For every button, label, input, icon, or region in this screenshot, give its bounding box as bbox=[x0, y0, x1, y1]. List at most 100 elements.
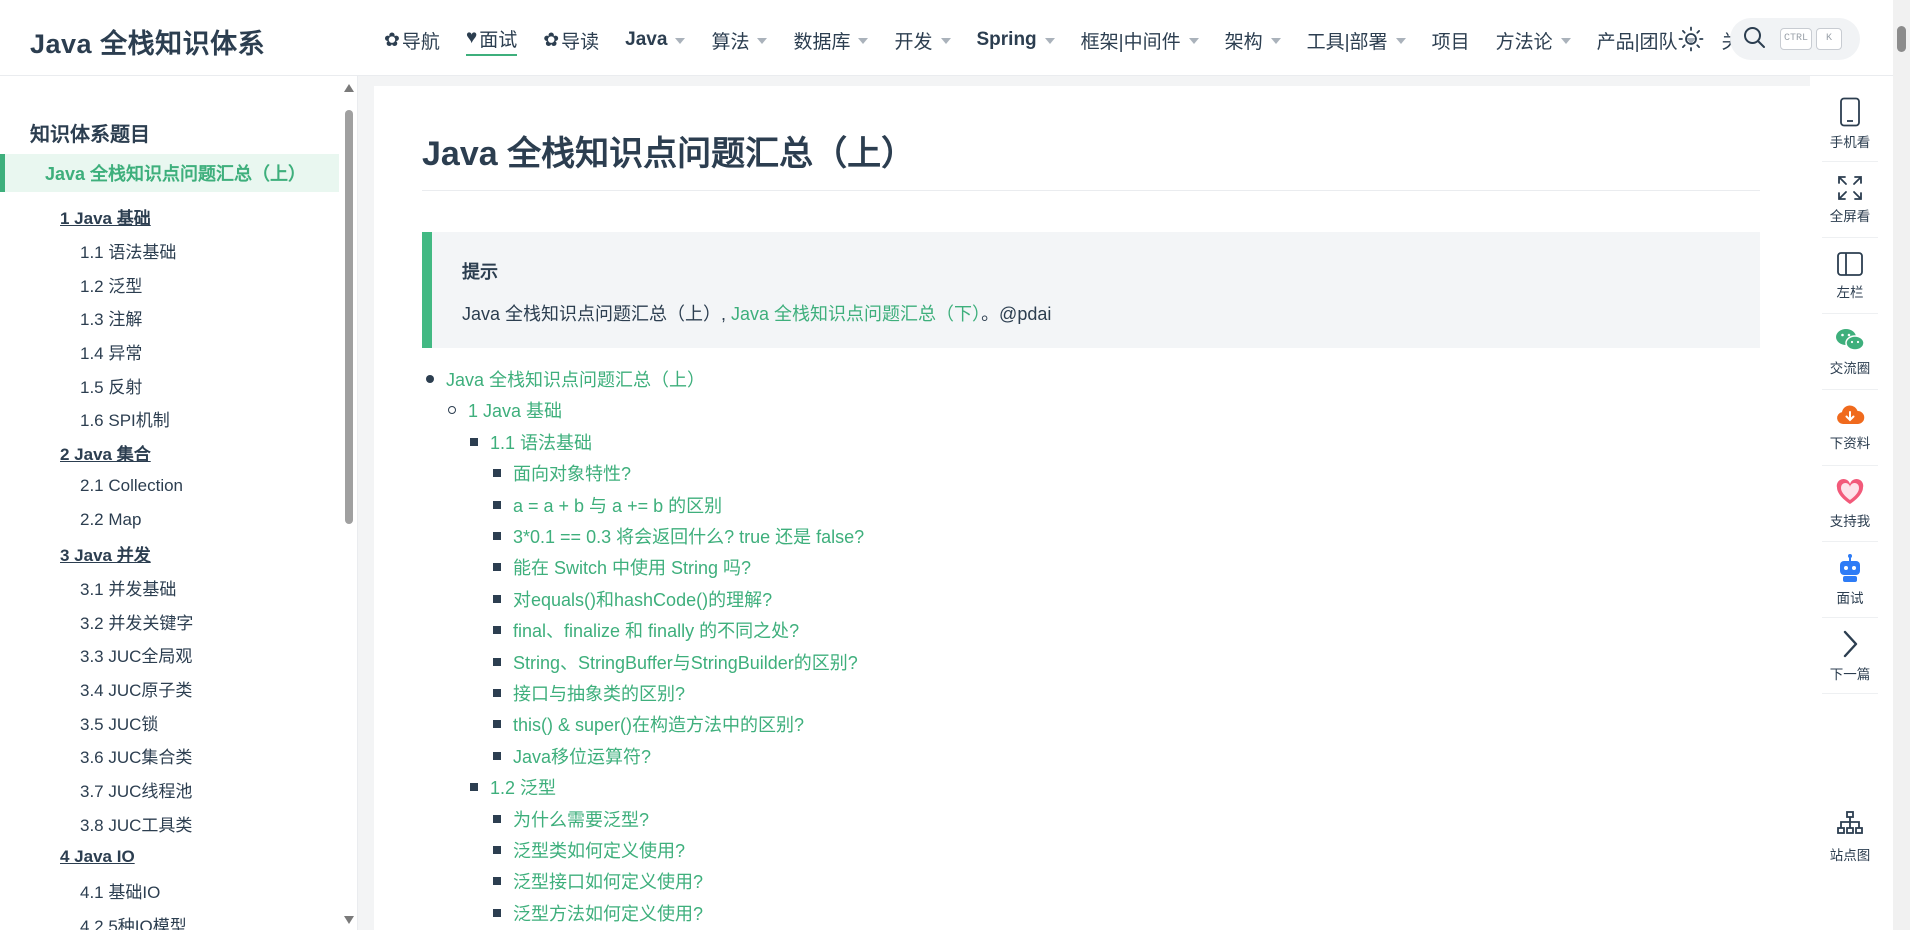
toc-link[interactable]: this() & super()在构造方法中的区别? bbox=[493, 709, 804, 739]
rail-item-heart[interactable]: 支持我 bbox=[1822, 466, 1878, 542]
toc-link[interactable]: 泛型方法如何定义使用? bbox=[493, 898, 704, 928]
nav-item-0[interactable]: ✿ 导航 bbox=[384, 27, 440, 54]
nav-item-6[interactable]: 开发 bbox=[894, 27, 951, 54]
rail-item-phone[interactable]: 手机看 bbox=[1822, 86, 1878, 162]
toc-link[interactable]: 面向对象特性? bbox=[493, 458, 631, 488]
sidebar-item[interactable]: 3.2 并发关键字 bbox=[0, 604, 339, 638]
toc-link[interactable]: 为什么需要泛型? bbox=[493, 804, 649, 834]
toc-link[interactable]: 1.1 语法基础 bbox=[470, 427, 593, 457]
sidebar-item[interactable]: 3.5 JUC锁 bbox=[0, 705, 339, 739]
sidebar-scrollbar[interactable] bbox=[343, 82, 355, 924]
heart-icon: ♥ bbox=[465, 27, 478, 48]
rail-item-robot[interactable]: 面试 bbox=[1822, 542, 1878, 618]
sidebar-group[interactable]: 4 Java IO bbox=[0, 840, 339, 874]
toc-link[interactable]: 3*0.1 == 0.3 将会返回什么? true 还是 false? bbox=[493, 521, 864, 551]
nav-item-5[interactable]: 数据库 bbox=[793, 27, 869, 54]
nav-item-8[interactable]: 框架|中间件 bbox=[1081, 27, 1199, 54]
toc-link[interactable]: 1.2 泛型 bbox=[470, 772, 556, 802]
nav-item-9[interactable]: 架构 bbox=[1225, 27, 1281, 54]
toc-link[interactable]: Java移位运算符? bbox=[493, 741, 651, 771]
toc-link-text: 能在 Switch 中使用 String 吗? bbox=[513, 558, 752, 579]
nav-item-label: Java bbox=[625, 29, 668, 50]
nav-item-2[interactable]: ✿ 导读 bbox=[543, 27, 599, 54]
page-title: Java 全栈知识点问题汇总（上） bbox=[422, 135, 916, 173]
sun-icon[interactable] bbox=[1678, 26, 1704, 52]
rail-item-fullscreen[interactable]: 全屏看 bbox=[1822, 162, 1878, 238]
caret-down-icon bbox=[675, 38, 686, 44]
sidebar-item[interactable]: 1.4 异常 bbox=[0, 335, 339, 369]
toc-link[interactable]: a = a + b 与 a += b 的区别 bbox=[493, 490, 722, 520]
toc-link-text: 对equals()和hashCode()的理解? bbox=[513, 589, 773, 610]
bullet-icon bbox=[493, 563, 501, 572]
cloud-download-icon bbox=[1835, 404, 1865, 428]
toc-link-text: 1.1 语法基础 bbox=[490, 432, 593, 453]
search-button[interactable]: CTRL K bbox=[1730, 18, 1860, 60]
rail-item-wechat[interactable]: 交流圈 bbox=[1822, 314, 1878, 390]
sidebar-item[interactable]: 1.3 注解 bbox=[0, 301, 339, 335]
tip-link[interactable]: Java 全栈知识点问题汇总（下） bbox=[731, 304, 981, 324]
flower-icon: ✿ bbox=[543, 29, 560, 51]
nav-item-label: 产品|团队 bbox=[1596, 31, 1678, 53]
caret-down-icon bbox=[1270, 38, 1281, 44]
sidebar: 知识体系题目 Java 全栈知识点问题汇总（上） 1 Java 基础 1.1 语法… bbox=[0, 76, 358, 930]
nav-item-7[interactable]: Spring bbox=[977, 29, 1055, 51]
fullscreen-icon bbox=[1837, 175, 1863, 201]
sidebar-item[interactable]: 3.8 JUC工具类 bbox=[0, 806, 339, 840]
sidebar-item[interactable]: 4.2 5种IO模型 bbox=[0, 907, 339, 930]
nav-item-10[interactable]: 工具|部署 bbox=[1307, 27, 1406, 54]
sidebar-item[interactable]: 1.6 SPI机制 bbox=[0, 402, 339, 436]
toc-link[interactable]: Java 全栈知识点问题汇总（上） bbox=[426, 364, 705, 394]
sidebar-item[interactable]: 3.7 JUC线程池 bbox=[0, 773, 339, 807]
sidebar-heading[interactable]: 知识体系题目 bbox=[30, 118, 150, 147]
toc-link-text: 1 Java 基础 bbox=[468, 401, 563, 422]
nav-item-12[interactable]: 方法论 bbox=[1496, 27, 1571, 54]
caret-down-icon bbox=[757, 38, 768, 44]
rail-item-chevron-right[interactable]: 下一篇 bbox=[1822, 618, 1878, 694]
toc-link[interactable]: 接口与抽象类的区别? bbox=[493, 678, 685, 708]
toc-link-text: 泛型方法如何定义使用? bbox=[513, 903, 704, 924]
caret-down-icon bbox=[858, 38, 869, 44]
caret-down-icon bbox=[1044, 38, 1055, 44]
toc-link[interactable]: 泛型接口如何定义使用? bbox=[493, 866, 703, 896]
nav-item-3[interactable]: Java bbox=[625, 29, 686, 51]
toc-link[interactable]: String、StringBuffer与StringBuilder的区别? bbox=[493, 647, 858, 677]
sidebar-item[interactable]: 3.1 并发基础 bbox=[0, 571, 339, 605]
sidebar-item[interactable]: 2.1 Collection bbox=[0, 470, 339, 504]
sidebar-item[interactable]: 1.5 反射 bbox=[0, 368, 339, 402]
page-scrollbar-thumb[interactable] bbox=[1897, 26, 1906, 52]
sidebar-item[interactable]: 3.6 JUC集合类 bbox=[0, 739, 339, 773]
heart-icon bbox=[1835, 478, 1865, 506]
rail-item-sidebar-toggle[interactable]: 左栏 bbox=[1822, 238, 1878, 314]
scroll-down-arrow-icon[interactable] bbox=[344, 916, 354, 924]
sidebar-item-active[interactable]: Java 全栈知识点问题汇总（上） bbox=[0, 154, 339, 192]
sidebar-item[interactable]: 3.4 JUC原子类 bbox=[0, 672, 339, 706]
toc-link[interactable]: 泛型类如何定义使用? bbox=[493, 835, 685, 865]
toc-link[interactable]: 1 Java 基础 bbox=[448, 395, 563, 425]
sidebar-group[interactable]: 3 Java 并发 bbox=[0, 537, 339, 571]
bullet-icon bbox=[470, 437, 478, 446]
sidebar-group[interactable]: 2 Java 集合 bbox=[0, 436, 339, 470]
sidebar-item[interactable]: 1.2 泛型 bbox=[0, 267, 339, 301]
scroll-up-arrow-icon[interactable] bbox=[344, 84, 354, 92]
sidebar-item[interactable]: 1.1 语法基础 bbox=[0, 234, 339, 268]
rail-item-sitemap[interactable]: 站点图 bbox=[1822, 802, 1878, 872]
nav-item-1[interactable]: ♥ 面试 bbox=[465, 25, 518, 56]
nav-item-4[interactable]: 算法 bbox=[711, 27, 768, 54]
nav-item-label: Spring bbox=[976, 29, 1037, 50]
sidebar-group[interactable]: 1 Java 基础 bbox=[0, 200, 339, 234]
sidebar-item[interactable]: 3.3 JUC全局观 bbox=[0, 638, 339, 672]
sidebar-item[interactable]: 4.1 基础IO bbox=[0, 874, 339, 908]
bullet-icon bbox=[493, 594, 501, 603]
bullet-icon bbox=[493, 908, 501, 917]
site-title[interactable]: Java 全栈知识体系 bbox=[30, 22, 265, 61]
toc-link[interactable]: 能在 Switch 中使用 String 吗? bbox=[493, 552, 752, 582]
sidebar-item[interactable]: 2.2 Map bbox=[0, 503, 339, 537]
rail-item-cloud-download[interactable]: 下资料 bbox=[1822, 390, 1878, 466]
page-scrollbar[interactable] bbox=[1893, 0, 1910, 930]
rail-label: 左栏 bbox=[1836, 284, 1864, 300]
tool-rail: 手机看 全屏看左栏交流圈 下资料 支持我 面试 下一篇 bbox=[1822, 86, 1878, 696]
sidebar-scrollbar-thumb[interactable] bbox=[345, 110, 353, 524]
toc-link[interactable]: final、finalize 和 finally 的不同之处? bbox=[493, 615, 799, 645]
toc-link[interactable]: 对equals()和hashCode()的理解? bbox=[493, 584, 773, 614]
nav-item-11[interactable]: 项目 bbox=[1432, 27, 1470, 54]
